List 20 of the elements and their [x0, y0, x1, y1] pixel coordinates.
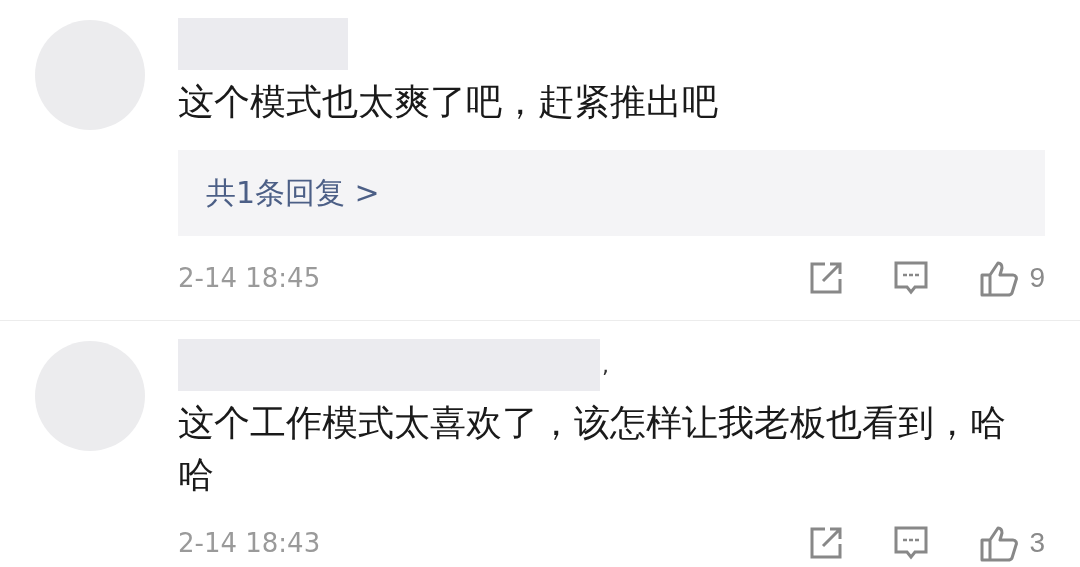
thumbs-up-icon [979, 524, 1020, 562]
comment-text: 这个模式也太爽了吧，赶紧推出吧 [178, 80, 719, 124]
comment-icon [893, 260, 930, 296]
comment-time: 2-14 18:43 [178, 528, 322, 558]
share-button[interactable] [809, 261, 844, 295]
share-icon [809, 261, 844, 295]
share-button[interactable] [809, 526, 844, 560]
replies-link[interactable]: 共1条回复 > [206, 172, 380, 214]
share-icon [809, 526, 844, 560]
like-button[interactable]: 3 [979, 524, 1045, 562]
name-suffix: , [602, 355, 609, 377]
comment-time: 2-14 18:45 [178, 263, 322, 293]
like-count: 9 [1029, 262, 1045, 294]
thumbs-up-icon [979, 259, 1020, 297]
comment-button[interactable] [893, 525, 930, 561]
like-count: 3 [1029, 527, 1045, 559]
like-button[interactable]: 9 [979, 259, 1045, 297]
comment-text: 这个工作模式太喜欢了，该怎样让我老板也看到，哈哈 [178, 401, 1007, 497]
comment-icon [893, 525, 930, 561]
comment-button[interactable] [893, 260, 930, 296]
